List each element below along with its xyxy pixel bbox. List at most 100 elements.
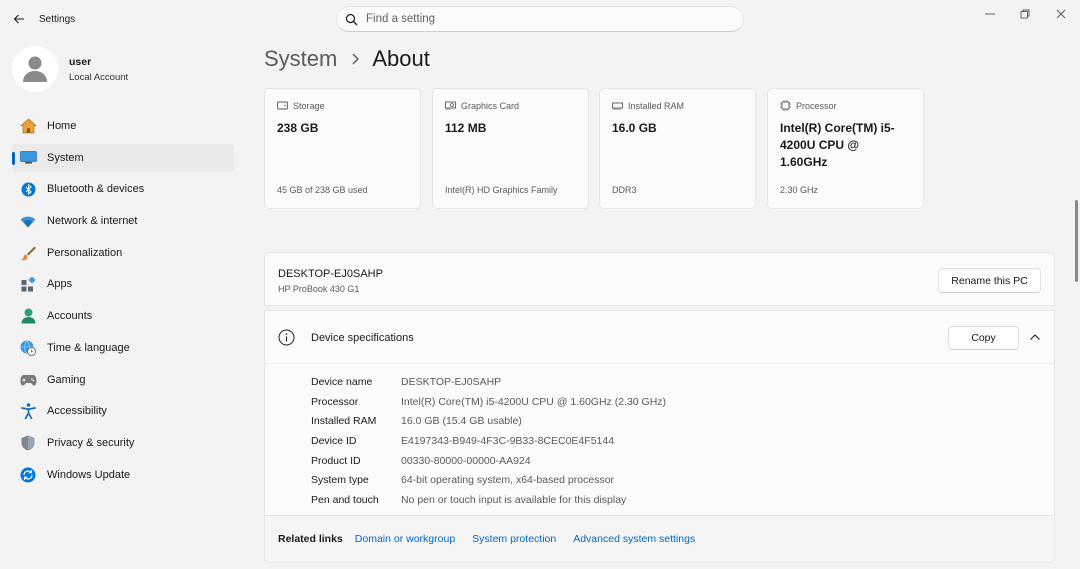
card-label: Graphics Card (461, 100, 520, 111)
advanced-system-settings-link[interactable]: Advanced system settings (573, 533, 695, 545)
pc-name: DESKTOP-EJ0SAHP (278, 268, 383, 280)
sidebar-item-label: Personalization (47, 246, 123, 259)
sidebar-item-gaming[interactable]: Gaming (12, 366, 234, 394)
card-subtext: 2.30 GHz (780, 185, 819, 195)
sidebar-item-label: Accessibility (47, 405, 107, 418)
spec-label: Device name (311, 375, 373, 388)
sidebar-item-label: Home (47, 120, 77, 132)
sidebar-item-privacy-security[interactable]: Privacy & security (12, 429, 234, 457)
pc-model: HP ProBook 430 G1 (278, 284, 360, 294)
sidebar-item-label: Privacy & security (47, 436, 135, 449)
sidebar-item-label: Time & language (47, 341, 130, 354)
spec-row-processor: Processor Intel(R) Core(TM) i5-4200U CPU… (311, 392, 666, 412)
spec-label: Processor (311, 395, 359, 408)
sidebar-item-time-language[interactable]: Time & language (12, 334, 234, 362)
sidebar-item-home[interactable]: Home (12, 112, 234, 140)
close-icon (1056, 9, 1066, 19)
spec-row-device-name: Device name DESKTOP-EJ0SAHP (311, 372, 666, 392)
avatar (12, 46, 58, 92)
spec-label: Product ID (311, 454, 361, 467)
spec-row-product-id: Product ID 00330-80000-00000-AA924 (311, 451, 666, 471)
back-button[interactable] (8, 8, 30, 30)
gamepad-icon (19, 371, 37, 389)
globe-clock-icon (19, 339, 37, 357)
restore-icon (1020, 9, 1030, 19)
card-label: Storage (293, 100, 325, 111)
sidebar-item-system[interactable]: System (12, 143, 234, 172)
section-title: Device specifications (311, 332, 414, 344)
storage-card[interactable]: Storage 238 GB 45 GB of 238 GB used (264, 88, 421, 209)
maximize-button[interactable] (1008, 4, 1042, 24)
app-title: Settings (39, 14, 76, 25)
card-value: Intel(R) Core(TM) i5-4200U CPU @ 1.60GHz (780, 121, 895, 169)
spec-value: 64-bit operating system, x64-based proce… (401, 474, 615, 487)
spec-value: 16.0 GB (15.4 GB usable) (401, 415, 522, 428)
spec-value: No pen or touch input is available for t… (401, 493, 627, 506)
ram-icon (612, 100, 623, 111)
accessibility-icon (19, 402, 37, 420)
spec-value: DESKTOP-EJ0SAHP (401, 375, 502, 388)
chevron-right-icon (351, 53, 360, 65)
card-subtext: DDR3 (612, 185, 637, 195)
device-specifications-panel: Device specifications Copy Device name D… (264, 310, 1055, 516)
home-icon (19, 117, 37, 135)
sidebar-item-network-internet[interactable]: Network & internet (12, 207, 234, 235)
sidebar-item-label: Bluetooth & devices (47, 183, 145, 196)
spec-label: System type (311, 474, 369, 487)
search-input[interactable] (366, 13, 726, 25)
device-specifications-header[interactable]: Device specifications Copy (265, 311, 1054, 364)
spec-value: Intel(R) Core(TM) i5-4200U CPU @ 1.60GHz… (401, 395, 667, 408)
sidebar-item-label: Apps (47, 278, 73, 291)
shield-icon (19, 434, 37, 452)
spec-row-system-type: System type 64-bit operating system, x64… (311, 470, 666, 490)
minimize-button[interactable] (973, 4, 1007, 24)
system-protection-link[interactable]: System protection (472, 533, 556, 545)
scrollbar[interactable] (1075, 200, 1078, 282)
processor-card[interactable]: Processor Intel(R) Core(TM) i5-4200U CPU… (767, 88, 924, 209)
rename-pc-button[interactable]: Rename this PC (938, 268, 1041, 293)
spec-label: Pen and touch (311, 493, 379, 506)
close-button[interactable] (1044, 4, 1078, 24)
card-subtext: Intel(R) HD Graphics Family (445, 185, 558, 195)
sidebar-item-label: System (47, 151, 84, 164)
wifi-icon (19, 212, 37, 230)
update-icon (19, 466, 37, 484)
sidebar-item-label: Windows Update (47, 468, 131, 481)
user-avatar-icon (23, 56, 47, 82)
sidebar-item-label: Gaming (47, 373, 86, 386)
title-bar: Settings (0, 0, 1080, 38)
page-title: About (372, 46, 430, 71)
minimize-icon (985, 13, 995, 15)
spec-value: E4197343-B949-4F3C-9B33-8CEC0E4F5144 (401, 434, 615, 447)
breadcrumb-parent[interactable]: System (264, 46, 337, 72)
sidebar-item-label: Network & internet (47, 215, 138, 228)
sidebar-item-bluetooth-devices[interactable]: Bluetooth & devices (12, 175, 234, 203)
spec-value: 00330-80000-00000-AA924 (401, 454, 531, 467)
search-icon (345, 13, 358, 25)
search-box[interactable] (336, 6, 744, 32)
sidebar-item-windows-update[interactable]: Windows Update (12, 461, 234, 489)
spec-row-pen-touch: Pen and touch No pen or touch input is a… (311, 490, 666, 510)
card-value: 16.0 GB (612, 121, 657, 135)
user-profile[interactable]: user Local Account (12, 45, 128, 93)
chevron-up-icon[interactable] (1029, 331, 1041, 343)
sidebar-item-accounts[interactable]: Accounts (12, 302, 234, 330)
installed-ram-card[interactable]: Installed RAM 16.0 GB DDR3 (599, 88, 756, 209)
domain-workgroup-link[interactable]: Domain or workgroup (355, 533, 455, 545)
sidebar-item-accessibility[interactable]: Accessibility (12, 397, 234, 425)
card-label: Installed RAM (628, 100, 685, 111)
brush-icon (19, 244, 37, 262)
copy-button[interactable]: Copy (948, 326, 1019, 350)
sidebar-item-personalization[interactable]: Personalization (12, 239, 234, 267)
sidebar-item-apps[interactable]: Apps (12, 270, 234, 298)
storage-icon (277, 100, 288, 111)
pc-name-panel: DESKTOP-EJ0SAHP HP ProBook 430 G1 Rename… (264, 252, 1055, 306)
processor-icon (780, 100, 791, 111)
breadcrumb: System About (264, 46, 430, 72)
card-value: 238 GB (277, 121, 319, 135)
sidebar-item-label: Accounts (47, 310, 93, 323)
graphics-card-card[interactable]: Graphics Card 112 MB Intel(R) HD Graphic… (432, 88, 589, 209)
apps-icon (19, 275, 37, 293)
bluetooth-icon (19, 180, 37, 198)
related-links-label: Related links (278, 533, 343, 545)
